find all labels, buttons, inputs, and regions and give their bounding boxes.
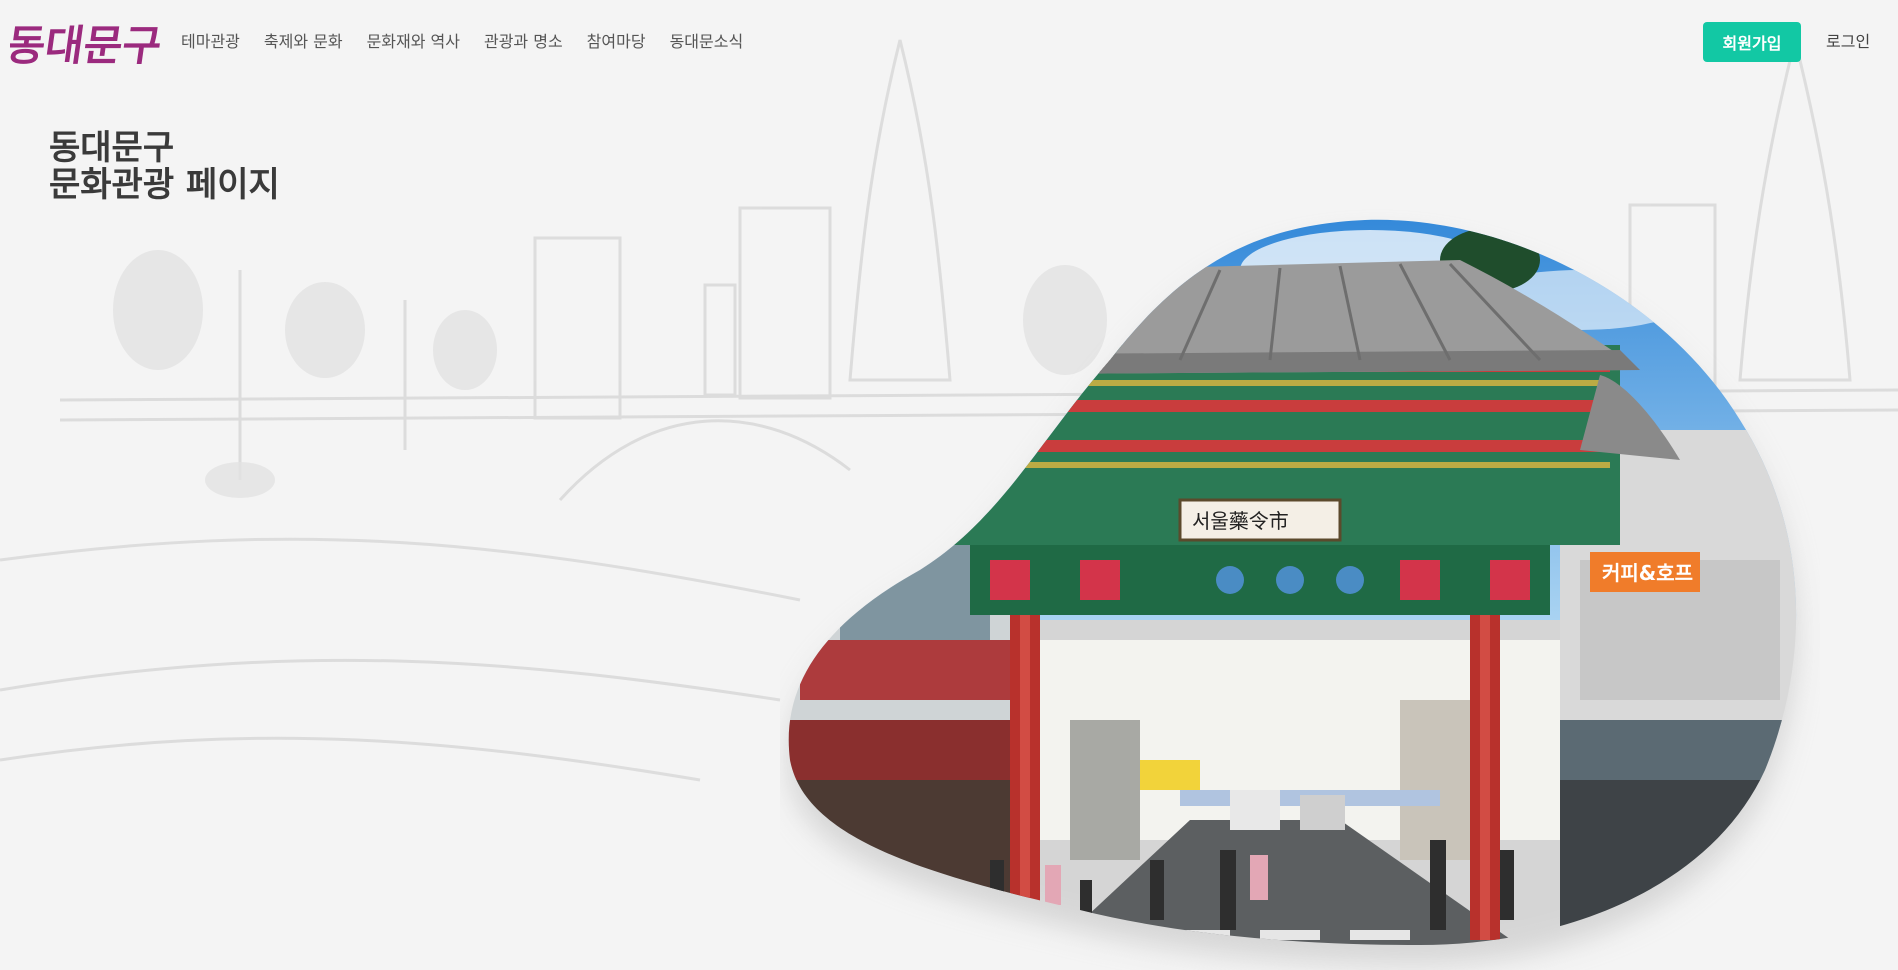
- hero-image-gate: 커피&호프 서울藥令市: [788, 219, 1797, 965]
- logo-wordmark: 동대문구: [10, 20, 160, 70]
- nav-item-heritage-history[interactable]: 문화재와 역사: [367, 30, 460, 54]
- nav-item-attractions[interactable]: 관광과 명소: [484, 30, 563, 54]
- cafe-sign-text: 커피&호프: [1602, 561, 1693, 585]
- dongdaemun-logo[interactable]: 동대문구: [10, 8, 160, 80]
- nav-item-news[interactable]: 동대문소식: [670, 30, 744, 54]
- login-link[interactable]: 로그인: [1826, 30, 1870, 54]
- gate-sign-text: 서울藥令市: [1192, 509, 1289, 533]
- nav-item-festival-culture[interactable]: 축제와 문화: [264, 30, 343, 54]
- nav-item-theme-tour[interactable]: 테마관광: [181, 30, 240, 54]
- site-header: 동대문구 테마관광 축제와 문화 문화재와 역사 관광과 명소 참여마당 동대문…: [0, 0, 1898, 84]
- page-title-line2: 문화관광 페이지: [49, 165, 280, 205]
- page-title-line1: 동대문구: [49, 128, 175, 168]
- main-nav: 테마관광 축제와 문화 문화재와 역사 관광과 명소 참여마당 동대문소식: [181, 30, 767, 54]
- page-title: 동대문구 문화관광 페이지: [49, 130, 280, 204]
- nav-item-participation[interactable]: 참여마당: [587, 30, 646, 54]
- signup-button[interactable]: 회원가입: [1703, 22, 1801, 62]
